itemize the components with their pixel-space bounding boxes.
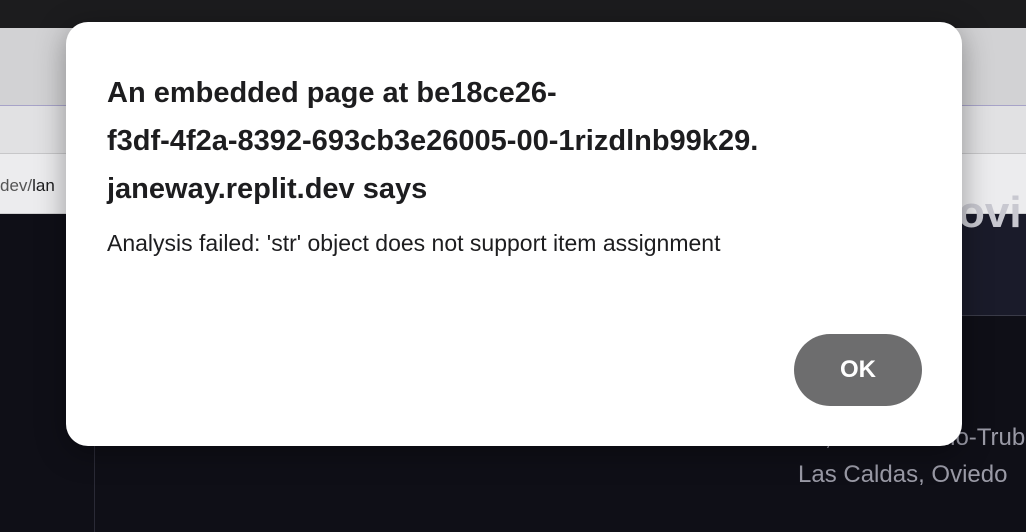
dialog-title-line: f3df-4f2a-8392-693cb3e26005-00-1rizdlnb9… [107,125,759,157]
ok-button[interactable]: OK [794,334,922,406]
address-line-3: Las Caldas, Oviedo [798,461,1008,488]
url-text: dev/lan [0,176,66,198]
alert-dialog: An embedded page at be18ce26- f3df-4f2a-… [66,22,962,446]
dialog-title: An embedded page at be18ce26- f3df-4f2a-… [107,69,927,213]
url-host-fragment: dev/ [0,176,33,195]
dialog-title-line: An embedded page at be18ce26- [107,77,557,109]
screen: dev/lan ovi a Ayon Lo, San Claudio-Trub … [0,0,1026,532]
dialog-title-line: janeway.replit.dev says [107,173,428,205]
url-path-fragment: lan [32,176,55,195]
banner-heading-fragment: ovi [958,188,1022,237]
dialog-message: Analysis failed: 'str' object does not s… [107,230,721,256]
